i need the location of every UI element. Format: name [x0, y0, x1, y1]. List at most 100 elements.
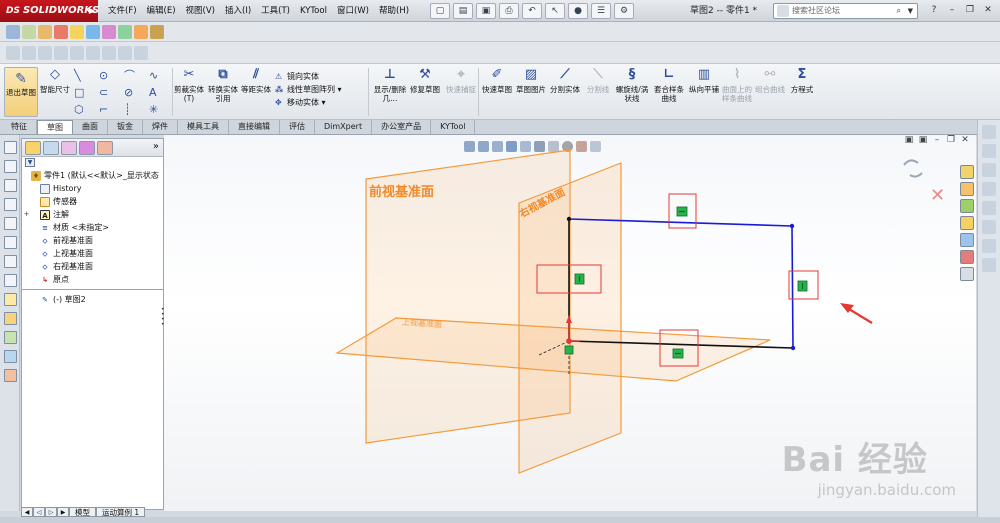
tree-item-annotations[interactable]: + A 注解	[22, 208, 163, 221]
tab-sheet-metal[interactable]: 钣金	[108, 120, 143, 134]
rebuild-traffic-light-icon[interactable]: ●	[568, 3, 588, 19]
tab-direct-editing[interactable]: 直接编辑	[229, 120, 280, 134]
sketch-fix-icon[interactable]	[4, 312, 17, 325]
tree-item-top-plane[interactable]: ⬦ 上视基准面	[22, 247, 163, 260]
rectangle-icon[interactable]: □	[74, 86, 99, 100]
tab-mold-tools[interactable]: 模具工具	[178, 120, 229, 134]
tab-office-products[interactable]: 办公室产品	[372, 120, 432, 134]
tab-sketch[interactable]: 草图	[37, 120, 73, 134]
sketch-layer-icon[interactable]	[4, 369, 17, 382]
relations-icon[interactable]	[38, 25, 52, 39]
help-icon[interactable]: ?	[926, 3, 942, 18]
align-icon[interactable]	[22, 46, 36, 60]
menu-kytool[interactable]: KYTool	[295, 0, 332, 22]
cancel-confirm-icon[interactable]: ✕	[930, 185, 945, 206]
graphics-area[interactable]: ▣ ▣ – ❐ ✕ ✕ 前视基准面 右视基准面 上视基准面 Bai 经验 jin…	[164, 135, 976, 511]
sketch-tool-icon[interactable]	[982, 258, 996, 272]
shape-icon[interactable]	[4, 141, 17, 154]
menu-view[interactable]: 视图(V)	[181, 0, 220, 22]
tab-model[interactable]: 模型	[69, 507, 96, 517]
custom-properties-icon[interactable]	[960, 267, 974, 281]
tree-filter[interactable]: ▼	[22, 157, 163, 169]
tree-item-front-plane[interactable]: ⬦ 前视基准面	[22, 234, 163, 247]
tile-vertical-button[interactable]: ▥ 纵向平铺	[689, 66, 719, 94]
options-gear-icon[interactable]: ⚙	[614, 3, 634, 19]
polygon-icon[interactable]: ⬡	[74, 103, 99, 117]
menu-edit[interactable]: 编辑(E)	[142, 0, 181, 22]
circle-icon[interactable]: ⊙	[99, 69, 124, 83]
display-icon[interactable]	[86, 46, 100, 60]
exit-sketch-button[interactable]: ✎ 退出草图	[4, 67, 38, 117]
sketch-tool-icon[interactable]	[982, 239, 996, 253]
sketch-active-icon[interactable]	[54, 25, 68, 39]
ellipse-icon[interactable]: ⊘	[124, 86, 149, 100]
sketch-tool-icon[interactable]	[982, 201, 996, 215]
menu-tools[interactable]: 工具(T)	[256, 0, 295, 22]
new-document-icon[interactable]: ▢	[430, 3, 450, 19]
layer-icon[interactable]	[118, 25, 132, 39]
undo-icon[interactable]: ↶	[522, 3, 542, 19]
sketch-vertex[interactable]	[790, 345, 796, 351]
tree-item-sensors[interactable]: 传感器	[22, 195, 163, 208]
data-icon[interactable]	[150, 25, 164, 39]
line-icon[interactable]: ╲	[74, 69, 99, 83]
shape-icon[interactable]	[4, 236, 17, 249]
menu-insert[interactable]: 插入(I)	[220, 0, 256, 22]
shape-icon[interactable]	[4, 274, 17, 287]
open-folder-icon[interactable]: ▤	[453, 3, 473, 19]
display-manager-tab-icon[interactable]	[97, 141, 113, 155]
solidworks-resources-icon[interactable]	[960, 165, 974, 179]
shape-icon[interactable]	[4, 217, 17, 230]
sketch-block-icon[interactable]	[4, 331, 17, 344]
text-icon[interactable]: A	[149, 86, 174, 100]
sketch-tool-icon[interactable]	[70, 25, 84, 39]
search-icon[interactable]: ⌕	[897, 4, 901, 18]
zoom-icon[interactable]	[6, 46, 20, 60]
close-button[interactable]: ✕	[980, 3, 996, 18]
table-icon[interactable]	[134, 25, 148, 39]
tree-item-material[interactable]: ≡ 材质 <未指定>	[22, 221, 163, 234]
print-icon[interactable]: ⎙	[499, 3, 519, 19]
sketch-tool-icon[interactable]	[982, 220, 996, 234]
prev-tab-arrow-icon[interactable]: ◁	[33, 507, 45, 517]
design-library-icon[interactable]	[960, 199, 974, 213]
move-entities-button[interactable]: ✥ 移动实体 ▾	[275, 96, 342, 109]
sketch-vertex[interactable]	[566, 216, 572, 222]
offset-entities-button[interactable]: ⫽ 等距实体	[241, 66, 271, 94]
property-manager-tab-icon[interactable]	[43, 141, 59, 155]
grid-icon[interactable]	[38, 46, 52, 60]
tree-item-origin[interactable]: ↳ 原点	[22, 273, 163, 286]
arc-icon[interactable]: ⌒	[124, 69, 149, 83]
section-icon[interactable]	[54, 46, 68, 60]
spline-icon[interactable]: ∿	[149, 69, 174, 83]
sketch-vertex[interactable]	[789, 223, 795, 229]
tab-dimxpert[interactable]: DimXpert	[315, 120, 373, 134]
menu-help[interactable]: 帮助(H)	[374, 0, 414, 22]
view-palette-icon[interactable]	[960, 233, 974, 247]
dimxpert-manager-tab-icon[interactable]	[79, 141, 95, 155]
expand-panel-icon[interactable]: »	[153, 141, 159, 152]
spline-on-surface-button[interactable]: ⌇ 曲面上的样条曲线	[721, 66, 753, 103]
menu-window[interactable]: 窗口(W)	[332, 0, 374, 22]
rapid-sketch-button[interactable]: ✐ 快速草图	[481, 66, 513, 94]
feature-tree-tab-icon[interactable]	[25, 141, 41, 155]
smart-dimension-button[interactable]: ◇ 智能尺寸	[40, 66, 70, 94]
tab-surfaces[interactable]: 曲面	[73, 120, 108, 134]
sketch-picture-button[interactable]: ▨ 草图图片	[515, 66, 547, 94]
last-tab-arrow-icon[interactable]: ▶	[57, 507, 69, 517]
select-cursor-icon[interactable]: ↖	[545, 3, 565, 19]
fit-spline-button[interactable]: ∟ 套合样条曲线	[651, 66, 687, 103]
menu-file[interactable]: 文件(F)	[103, 0, 142, 22]
sketch-check-icon[interactable]	[4, 350, 17, 363]
file-properties-icon[interactable]: ☰	[591, 3, 611, 19]
shaded-view-icon[interactable]	[6, 25, 20, 39]
shape-icon[interactable]	[4, 179, 17, 192]
configuration-manager-tab-icon[interactable]	[61, 141, 77, 155]
tab-weldments[interactable]: 焊件	[143, 120, 178, 134]
tab-features[interactable]: 特征	[2, 120, 37, 134]
color-palette-icon[interactable]	[102, 25, 116, 39]
smart-mate-icon[interactable]	[22, 25, 36, 39]
search-field[interactable]: 搜索社区论坛 ⌕ ▼	[773, 3, 918, 19]
tree-item-part[interactable]: ♦ 零件1 (默认<<默认>_显示状态	[22, 169, 163, 182]
pane-icon[interactable]	[118, 46, 132, 60]
